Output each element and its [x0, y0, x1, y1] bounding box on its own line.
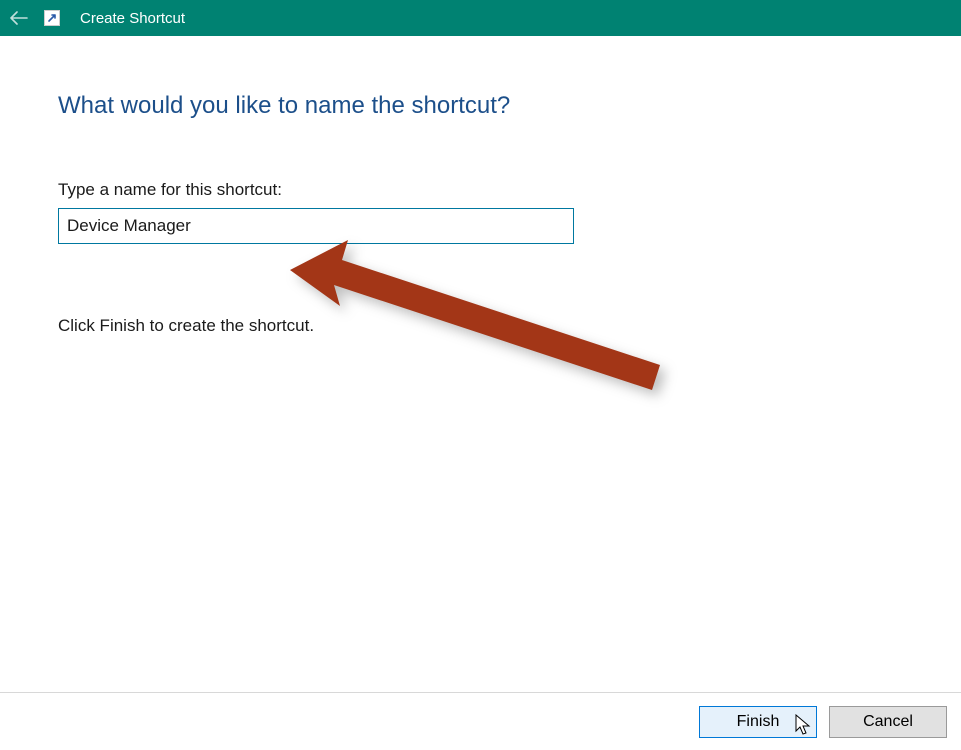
wizard-heading: What would you like to name the shortcut… [58, 92, 903, 120]
cancel-button[interactable]: Cancel [829, 706, 947, 738]
wizard-footer: Finish Cancel [0, 692, 961, 750]
shortcut-name-input[interactable] [58, 208, 574, 244]
wizard-instruction: Click Finish to create the shortcut. [58, 316, 903, 336]
titlebar: Create Shortcut [0, 0, 961, 36]
wizard-content: What would you like to name the shortcut… [0, 36, 961, 336]
shortcut-file-icon [44, 10, 60, 26]
finish-button[interactable]: Finish [699, 706, 817, 738]
shortcut-name-label: Type a name for this shortcut: [58, 180, 903, 200]
window-title: Create Shortcut [80, 10, 185, 27]
back-arrow-icon[interactable] [8, 7, 30, 29]
